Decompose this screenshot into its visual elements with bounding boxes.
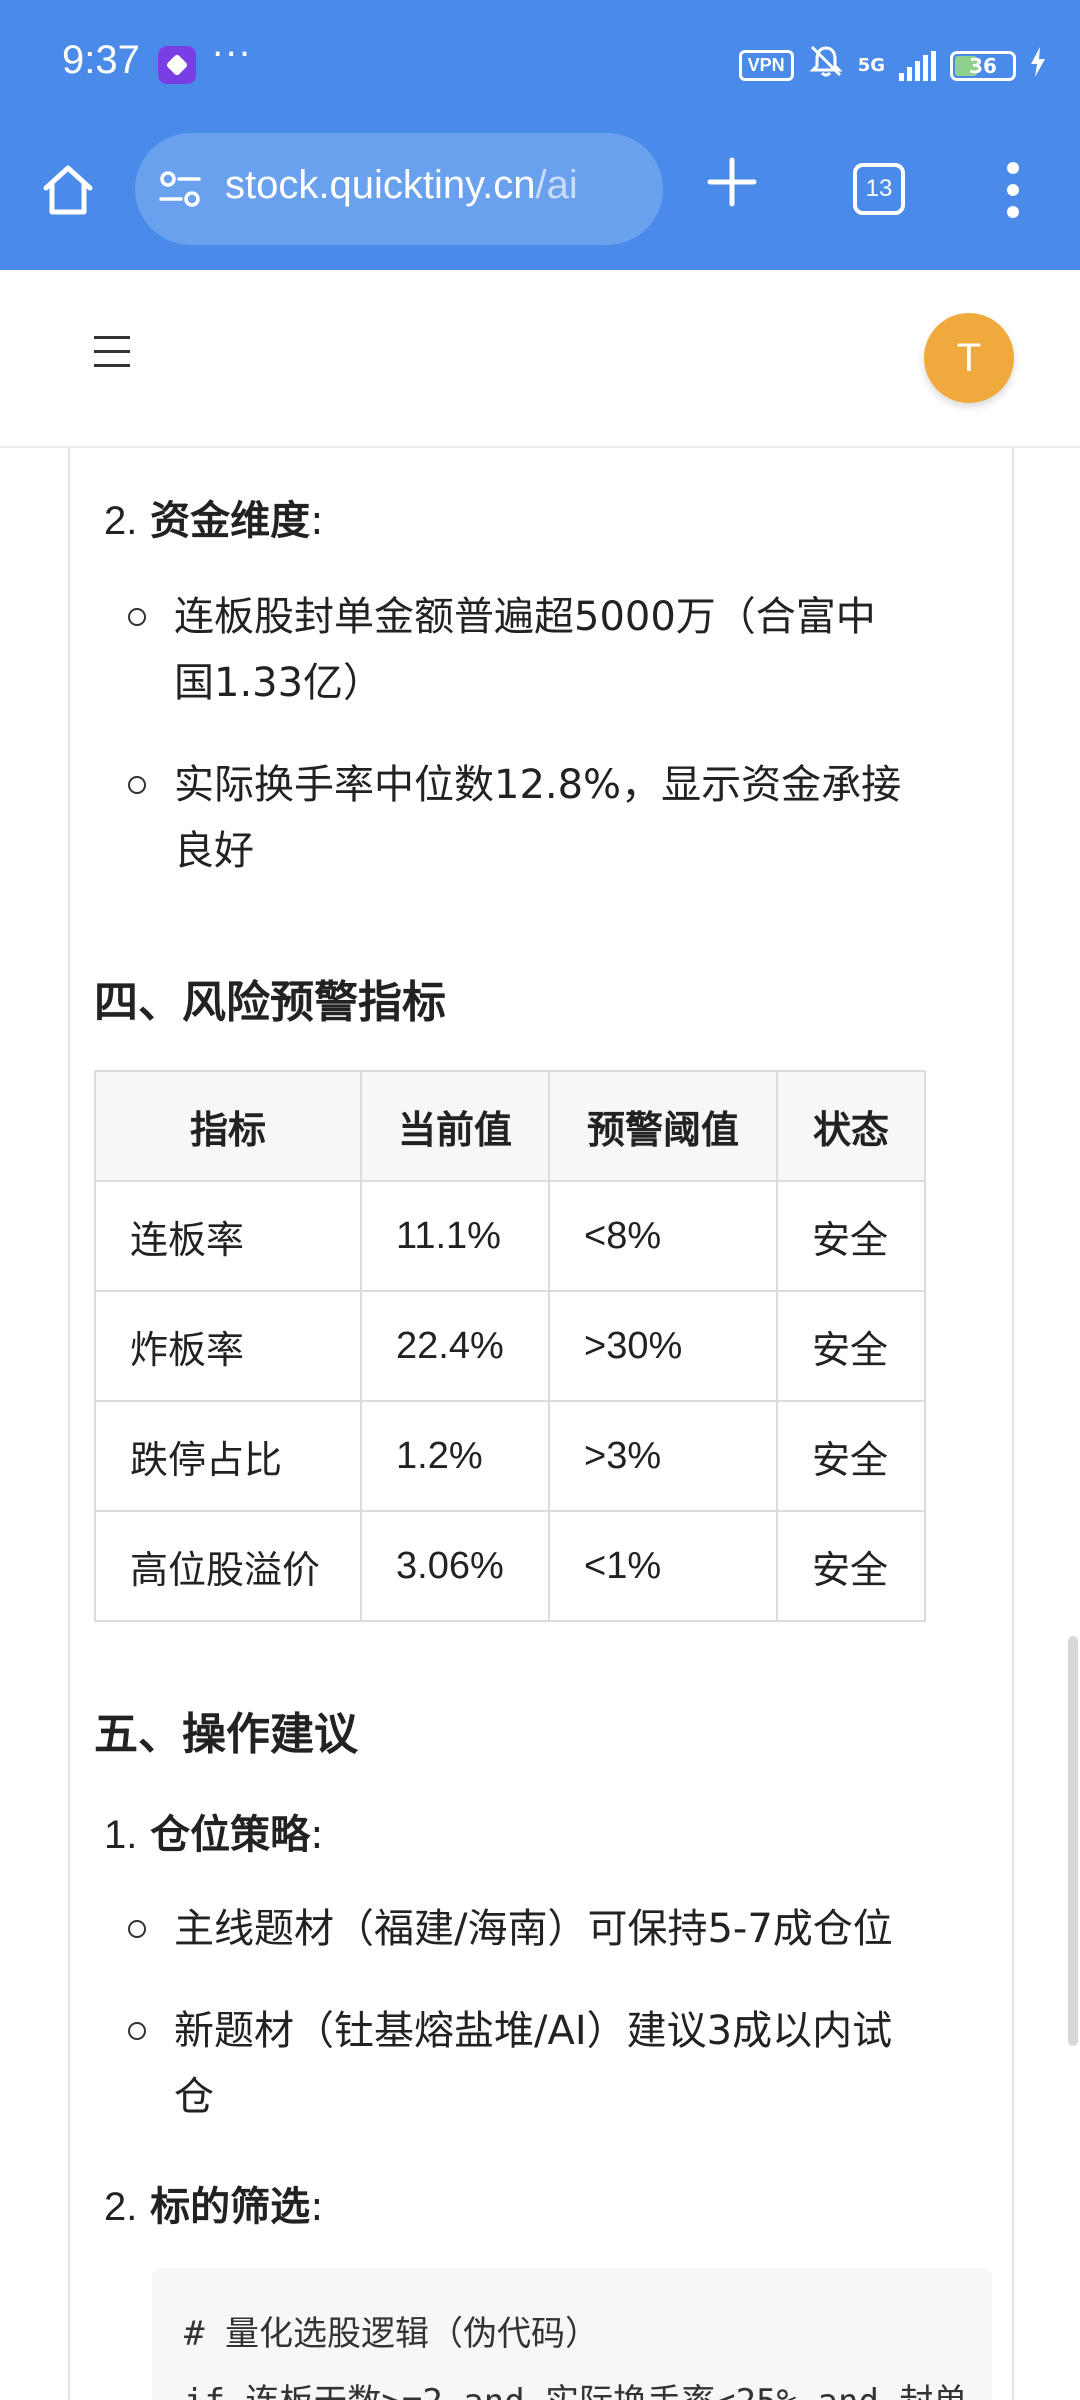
bullet-line: 主线题材（福建/海南）可保持5-7成仓位	[174, 1906, 893, 1952]
list-item-heading: 1. 仓位策略:	[104, 1802, 324, 1860]
code-line: # 量化选股逻辑（伪代码）	[184, 2314, 599, 2354]
status-bar: 9:37 ··· VPN 5G 36	[0, 0, 1080, 130]
list-item-title: 资金维度	[150, 498, 311, 544]
table-cell: <8%	[548, 1180, 778, 1292]
table-cell: 安全	[776, 1290, 926, 1402]
site-settings-icon[interactable]	[157, 167, 203, 213]
bullet-marker	[128, 776, 146, 794]
app-header: T	[0, 270, 1080, 448]
table-header-cell: 指标	[94, 1070, 362, 1182]
list-item-title: 仓位策略	[150, 1812, 311, 1858]
list-item-heading: 2. 标的筛选:	[104, 2174, 324, 2232]
network-type-icon: 5G	[857, 54, 885, 76]
list-number: 2.	[104, 499, 138, 543]
battery-icon: 36	[950, 50, 1016, 81]
url-path: /ai	[535, 163, 578, 207]
bullet-line: 国1.33亿）	[174, 660, 384, 706]
risk-warning-table: 指标 当前值 预警阈值 状态 连板率 11.1% <8% 安全 炸板率 22.4…	[94, 1070, 926, 1622]
status-time: 9:37	[62, 38, 140, 82]
list-number: 1.	[104, 1813, 138, 1857]
table-cell: <1%	[548, 1510, 778, 1622]
table-header-cell: 预警阈值	[548, 1070, 778, 1182]
table-cell: 1.2%	[360, 1400, 550, 1512]
table-cell: 3.06%	[360, 1510, 550, 1622]
bullet-line: 实际换手率中位数12.8%，显示资金承接	[174, 762, 902, 808]
code-block[interactable]: # 量化选股逻辑（伪代码） if 连板天数>=2 and 实际换手率<25% a…	[152, 2268, 992, 2400]
table-cell: >3%	[548, 1400, 778, 1512]
list-number: 2.	[104, 2185, 138, 2229]
table-cell: 连板率	[94, 1180, 362, 1292]
code-line: if 连板天数>=2 and 实际换手率<25% and 封单	[184, 2374, 967, 2400]
user-avatar[interactable]: T	[924, 313, 1014, 403]
bullet-marker	[128, 608, 146, 626]
section-heading: 四、风险预警指标	[94, 977, 446, 1028]
bullet-marker	[128, 2022, 146, 2040]
section-heading: 五、操作建议	[94, 1709, 358, 1760]
silent-mode-icon	[808, 44, 844, 87]
url-text: stock.quicktiny.cn/ai	[225, 163, 578, 208]
table-cell: 22.4%	[360, 1290, 550, 1402]
list-item-heading: 2. 资金维度:	[104, 488, 324, 546]
bullet-marker	[128, 1920, 146, 1938]
list-item: 实际换手率中位数12.8%，显示资金承接 良好	[128, 752, 934, 884]
app-notification-icon	[158, 46, 196, 84]
table-header-row: 指标 当前值 预警阈值 状态	[94, 1070, 926, 1182]
table-row: 跌停占比 1.2% >3% 安全	[94, 1400, 926, 1512]
bullet-line: 新题材（钍基熔盐堆/AI）建议3成以内试	[174, 2008, 893, 2054]
tab-switcher-icon[interactable]: 13	[853, 163, 905, 215]
list-item: 连板股封单金额普遍超5000万（合富中 国1.33亿）	[128, 584, 934, 716]
list-colon: :	[310, 498, 324, 544]
browser-toolbar: stock.quicktiny.cn/ai 13	[0, 130, 1080, 270]
list-item: 新题材（钍基熔盐堆/AI）建议3成以内试 仓	[128, 1998, 934, 2130]
hamburger-menu-icon[interactable]	[94, 336, 130, 370]
charging-icon	[1030, 47, 1046, 84]
table-cell: >30%	[548, 1290, 778, 1402]
status-icons: VPN 5G 36	[738, 44, 1046, 87]
bullet-line: 连板股封单金额普遍超5000万（合富中	[174, 594, 876, 640]
table-cell: 跌停占比	[94, 1400, 362, 1512]
more-notifications-icon: ···	[212, 34, 253, 75]
chat-response-card: 2. 资金维度: 连板股封单金额普遍超5000万（合富中 国1.33亿） 实际换…	[68, 448, 1014, 2400]
table-cell: 安全	[776, 1510, 926, 1622]
page-scrollbar[interactable]	[1068, 1636, 1078, 2046]
url-domain: stock.quicktiny.cn	[225, 163, 536, 207]
list-colon: :	[310, 2184, 324, 2230]
table-cell: 安全	[776, 1180, 926, 1292]
table-cell: 11.1%	[360, 1180, 550, 1292]
browser-chrome: 9:37 ··· VPN 5G 36 stock.quicktiny.cn/ai…	[0, 0, 1080, 270]
table-row: 炸板率 22.4% >30% 安全	[94, 1290, 926, 1402]
table-header-cell: 当前值	[360, 1070, 550, 1182]
table-cell: 高位股溢价	[94, 1510, 362, 1622]
signal-strength-icon	[899, 50, 936, 81]
response-content: 2. 资金维度: 连板股封单金额普遍超5000万（合富中 国1.33亿） 实际换…	[70, 448, 1012, 2400]
bullet-line: 仓	[174, 2074, 214, 2120]
vpn-icon: VPN	[738, 50, 794, 81]
table-cell: 安全	[776, 1400, 926, 1512]
table-row: 高位股溢价 3.06% <1% 安全	[94, 1510, 926, 1622]
table-row: 连板率 11.1% <8% 安全	[94, 1180, 926, 1292]
overflow-menu-icon[interactable]	[1000, 162, 1026, 222]
table-cell: 炸板率	[94, 1290, 362, 1402]
list-colon: :	[310, 1812, 324, 1858]
home-icon[interactable]	[38, 160, 98, 220]
list-item-title: 标的筛选	[150, 2184, 311, 2230]
list-item: 主线题材（福建/海南）可保持5-7成仓位	[128, 1896, 994, 1962]
plus-icon[interactable]	[706, 156, 758, 216]
address-bar[interactable]: stock.quicktiny.cn/ai	[135, 133, 663, 245]
bullet-line: 良好	[174, 828, 254, 874]
table-header-cell: 状态	[776, 1070, 926, 1182]
battery-level: 36	[969, 53, 997, 78]
